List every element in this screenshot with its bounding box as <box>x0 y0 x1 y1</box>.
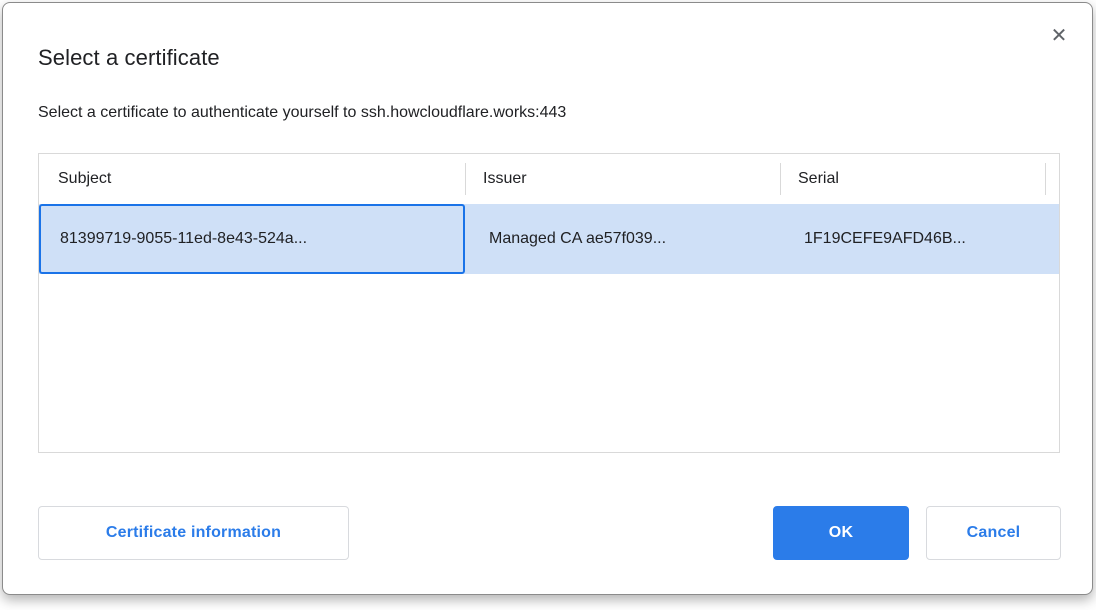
dialog-subtitle: Select a certificate to authenticate you… <box>38 104 566 122</box>
dialog-title: Select a certificate <box>38 45 220 71</box>
cancel-button[interactable]: Cancel <box>926 506 1061 560</box>
close-icon[interactable]: ✕ <box>1044 21 1074 51</box>
column-header-gutter <box>1045 154 1059 204</box>
cell-issuer[interactable]: Managed CA ae57f039... <box>465 204 780 274</box>
column-header-serial[interactable]: Serial <box>780 154 1045 204</box>
table-row[interactable]: 81399719-9055-11ed-8e43-524a... Managed … <box>39 204 1059 274</box>
ok-button[interactable]: OK <box>773 506 909 560</box>
certificate-information-button[interactable]: Certificate information <box>38 506 349 560</box>
cell-subject[interactable]: 81399719-9055-11ed-8e43-524a... <box>39 204 465 274</box>
column-header-issuer[interactable]: Issuer <box>465 154 780 204</box>
certificate-table: Subject Issuer Serial 81399719-9055-11ed… <box>38 153 1060 453</box>
column-header-subject[interactable]: Subject <box>39 154 465 204</box>
cell-serial[interactable]: 1F19CEFE9AFD46B... <box>780 204 1059 274</box>
certificate-select-dialog: ✕ Select a certificate Select a certific… <box>2 2 1093 595</box>
table-header-row: Subject Issuer Serial <box>39 154 1059 204</box>
